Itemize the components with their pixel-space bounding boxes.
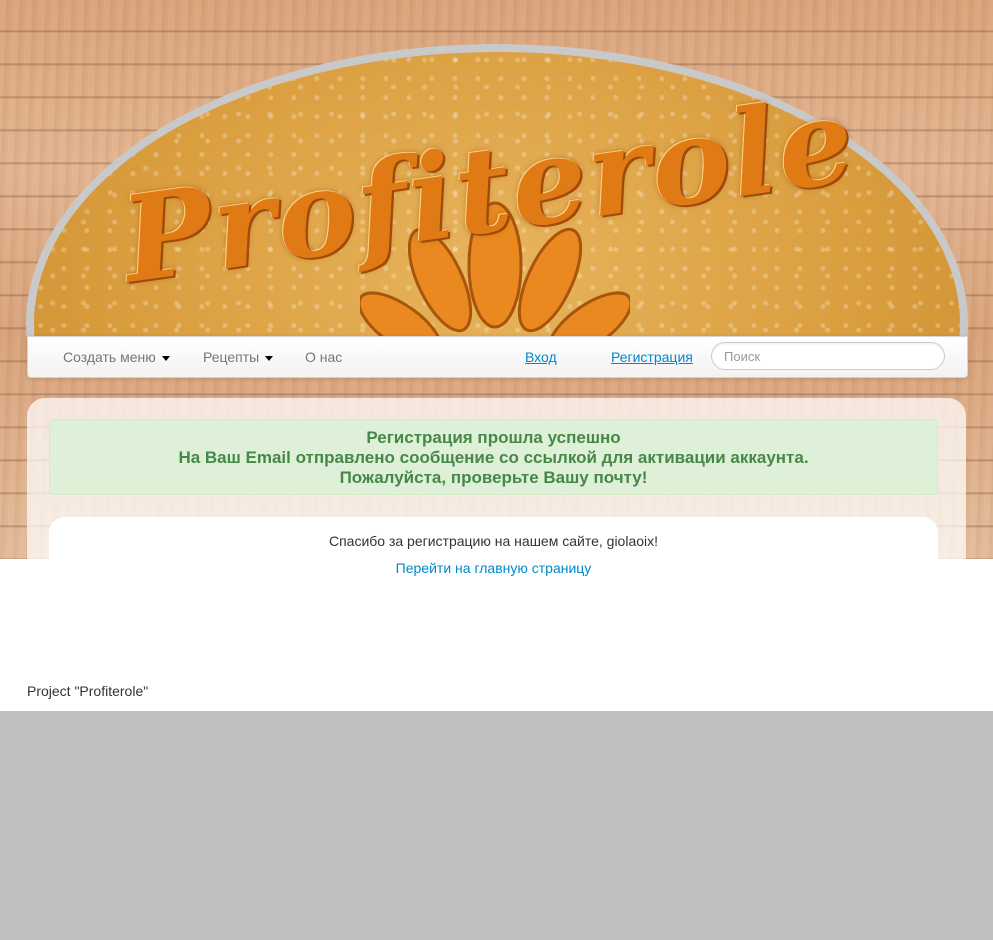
alert-message: На Ваш Email отправлено сообщение со ссы… [178,448,809,467]
alert-instruction: Пожалуйста, проверьте Вашу почту! [339,468,648,487]
alert-title: Регистрация прошла успешно [366,428,621,447]
thanks-text: Спасибо за регистрацию на нашем сайте, g… [328,533,659,549]
register-link[interactable]: Регистрация [611,349,693,365]
caret-down-icon [265,355,274,361]
nav-create-menu-label: Создать меню [63,349,156,365]
footer-text: Project "Profiterole" [27,683,149,699]
caret-down-icon [161,355,170,361]
search-input[interactable] [711,342,945,370]
nav-create-menu[interactable]: Создать меню [63,349,170,365]
nav-recipes[interactable]: Рецепты [203,349,274,365]
success-alert: Регистрация прошла успешно На Ваш Email … [49,419,938,495]
nav-recipes-label: Рецепты [203,349,260,365]
header-logo[interactable]: Profiterole [0,0,993,336]
content-box [49,517,938,597]
nav-about-label: О нас [305,349,343,365]
home-page-link[interactable]: Перейти на главную страницу [49,560,938,576]
nav-about[interactable]: О нас [305,349,342,365]
navbar: Создать меню Рецепты О нас Вход Регистра… [27,336,968,378]
page-empty-area [0,711,993,940]
login-link[interactable]: Вход [525,349,557,365]
